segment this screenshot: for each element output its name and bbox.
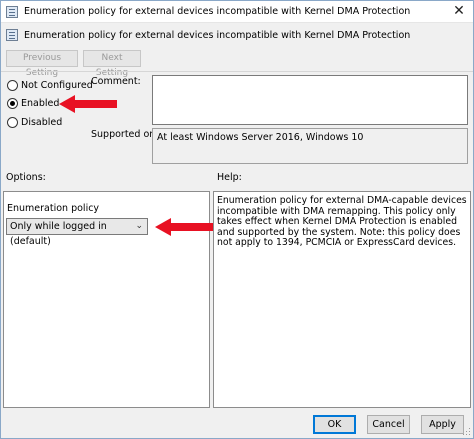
comment-field[interactable]	[152, 75, 468, 125]
cancel-button[interactable]: Cancel	[367, 415, 410, 434]
supported-on-label: Supported on:	[91, 129, 159, 140]
annotation-arrow-policy	[155, 218, 213, 236]
radio-not-configured[interactable]	[7, 80, 18, 91]
title-bar: Enumeration policy for external devices …	[1, 1, 473, 23]
radio-enabled-label[interactable]: Enabled	[21, 98, 59, 109]
annotation-arrow-enabled	[59, 95, 117, 113]
policy-settings-icon	[6, 6, 18, 18]
enumeration-policy-select[interactable]: Only while logged in (default) ⌄	[6, 218, 148, 247]
policy-dialog: Enumeration policy for external devices …	[0, 0, 474, 439]
radio-not-configured-label[interactable]: Not Configured	[21, 80, 93, 91]
radio-disabled[interactable]	[7, 117, 18, 128]
options-label: Options:	[6, 172, 46, 183]
apply-button[interactable]: Apply	[421, 415, 464, 434]
help-label: Help:	[217, 172, 242, 183]
window-title: Enumeration policy for external devices …	[24, 6, 411, 17]
previous-setting-button[interactable]: Previous Setting	[6, 50, 78, 78]
resize-grip-icon[interactable]	[463, 428, 471, 436]
radio-disabled-label[interactable]: Disabled	[21, 117, 62, 128]
help-text: Enumeration policy for external DMA-capa…	[217, 195, 467, 249]
policy-header-icon	[6, 29, 18, 41]
supported-on-field: At least Windows Server 2016, Windows 10	[152, 128, 468, 164]
comment-label: Comment:	[91, 76, 141, 87]
policy-header-title: Enumeration policy for external devices …	[24, 30, 411, 41]
divider	[1, 71, 473, 72]
enumeration-policy-label: Enumeration policy	[7, 203, 100, 214]
close-icon[interactable]: ✕	[451, 3, 467, 19]
radio-enabled[interactable]	[7, 98, 18, 109]
next-setting-button[interactable]: Next Setting	[83, 50, 141, 78]
chevron-down-icon: ⌄	[135, 221, 143, 231]
ok-button[interactable]: OK	[313, 415, 356, 434]
